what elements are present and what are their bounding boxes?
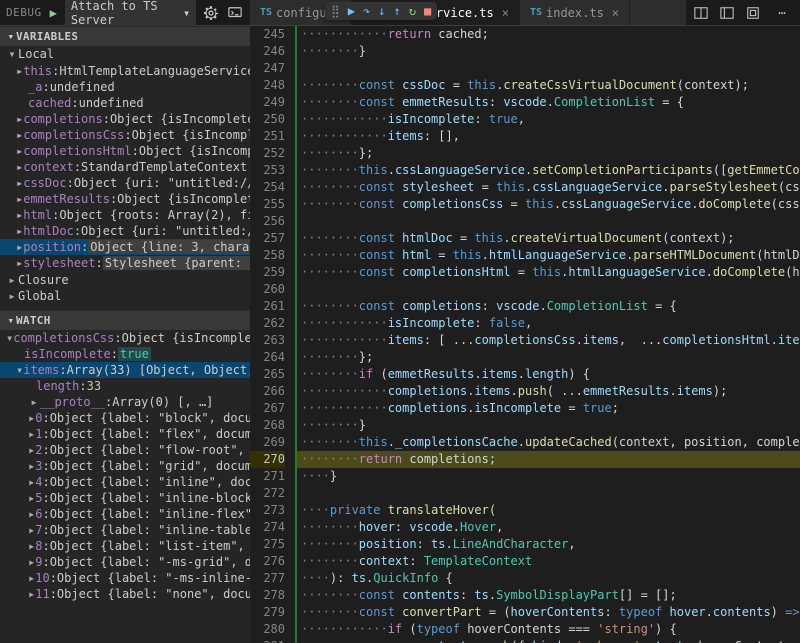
start-debug-icon[interactable]: ▶ <box>50 6 57 20</box>
close-icon[interactable]: × <box>612 6 619 20</box>
ts-file-icon: TS <box>260 7 272 18</box>
variable-row[interactable]: _a: undefined <box>0 79 250 95</box>
watch-array-item[interactable]: ▸1: Object {label: "flex", document… <box>0 426 250 442</box>
section-watch[interactable]: ▾WATCH <box>0 310 250 330</box>
debug-label: DEBUG <box>6 6 42 19</box>
restart-icon[interactable]: ↻ <box>409 4 416 18</box>
editor[interactable]: 2452462472482492502512522532542552562572… <box>250 26 800 643</box>
chevron-icon[interactable] <box>746 6 766 20</box>
variable-row[interactable]: ▸completions: Object {isIncomplete: … <box>0 111 250 127</box>
variable-row[interactable]: ▸emmetResults: Object {isIncomplete… <box>0 191 250 207</box>
stop-icon[interactable]: ■ <box>424 4 431 18</box>
variable-row[interactable]: ▸completionsHtml: Object {isIncomple… <box>0 143 250 159</box>
watch-item[interactable]: isIncomplete: true <box>0 346 250 362</box>
watch-array-item[interactable]: ▸0: Object {label: "block", document… <box>0 410 250 426</box>
variable-row[interactable]: cached: undefined <box>0 95 250 111</box>
launch-config-selector[interactable]: Attach to TS Server ▾ <box>65 0 196 29</box>
variable-row[interactable]: ▸context: StandardTemplateContext {t… <box>0 159 250 175</box>
watch-item-items[interactable]: ▾items: Array(33) [Object, Object, O… <box>0 362 250 378</box>
code-area[interactable]: ············return cached;········}·····… <box>295 26 800 643</box>
scope-closure[interactable]: ▸Closure <box>0 272 250 288</box>
step-out-icon[interactable]: ↑ <box>394 4 401 18</box>
section-variables[interactable]: ▾VARIABLES <box>0 26 250 46</box>
open-preview-icon[interactable] <box>720 6 740 20</box>
split-editor-icon[interactable] <box>694 6 714 20</box>
variable-row[interactable]: ▸cssDoc: Object {uri: "untitled://em… <box>0 175 250 191</box>
variable-row[interactable]: ▸completionsCss: Object {isIncomplet… <box>0 127 250 143</box>
close-icon[interactable]: × <box>502 6 509 20</box>
debug-toolbar[interactable]: ⣿ ▶ ↷ ↓ ↑ ↻ ■ <box>325 2 437 20</box>
tab-label: index.ts <box>546 6 604 20</box>
launch-config-name: Attach to TS Server <box>71 0 177 27</box>
scope-global[interactable]: ▸Global <box>0 288 250 304</box>
gear-icon[interactable] <box>204 6 220 20</box>
variable-row[interactable]: ▸position: Object {line: 3, characte… <box>0 239 250 255</box>
watch-array-item[interactable]: ▸5: Object {label: "inline-block", … <box>0 490 250 506</box>
watch-array-item[interactable]: ▸10: Object {label: "-ms-inline-gri… <box>0 570 250 586</box>
ts-file-icon: TS <box>530 7 542 18</box>
variable-row[interactable]: ▸html: Object {roots: Array(2), find… <box>0 207 250 223</box>
watch-array-item[interactable]: ▸6: Object {label: "inline-flex", d… <box>0 506 250 522</box>
variable-row[interactable]: ▸stylesheet: Stylesheet {parent: nul… <box>0 255 250 271</box>
continue-icon[interactable]: ▶ <box>348 4 355 18</box>
step-over-icon[interactable]: ↷ <box>363 4 370 18</box>
variable-row[interactable]: ▸htmlDoc: Object {uri: "untitled://e… <box>0 223 250 239</box>
watch-array-item[interactable]: ▸11: Object {label: "none", documen… <box>0 586 250 602</box>
editor-actions: ⋯ <box>686 6 800 20</box>
line-gutter: 2452462472482492502512522532542552562572… <box>250 26 295 643</box>
watch-array-item[interactable]: ▸7: Object {label: "inline-table", … <box>0 522 250 538</box>
watch-expression[interactable]: ▾completionsCss: Object {isIncomplete: … <box>0 330 250 346</box>
watch-item[interactable]: length: 33 <box>0 378 250 394</box>
editor-tabs: TSconfigur…TS…uage-service.ts×TSindex.ts… <box>250 0 686 25</box>
watch-array-item[interactable]: ▸2: Object {label: "flow-root", doc… <box>0 442 250 458</box>
more-icon[interactable]: ⋯ <box>772 6 792 20</box>
scope-local[interactable]: ▾Local <box>0 46 250 62</box>
debug-sidebar: ▾VARIABLES ▾Local ▸this: HtmlTemplateLan… <box>0 26 250 643</box>
variable-row[interactable]: ▸this: HtmlTemplateLanguageService <box>0 63 250 79</box>
debug-console-icon[interactable] <box>228 6 244 20</box>
drag-handle-icon[interactable]: ⣿ <box>331 4 340 18</box>
editor-tab[interactable]: TS index.ts × <box>520 0 630 25</box>
watch-array-item[interactable]: ▸4: Object {label: "inline", docume… <box>0 474 250 490</box>
step-into-icon[interactable]: ↓ <box>378 4 385 18</box>
watch-array-item[interactable]: ▸8: Object {label: "list-item", doc… <box>0 538 250 554</box>
chevron-down-icon: ▾ <box>183 6 190 20</box>
watch-array-item[interactable]: ▸9: Object {label: "-ms-grid", docu… <box>0 554 250 570</box>
watch-item[interactable]: ▸__proto__: Array(0) [, …] <box>0 394 250 410</box>
watch-array-item[interactable]: ▸3: Object {label: "grid", document… <box>0 458 250 474</box>
